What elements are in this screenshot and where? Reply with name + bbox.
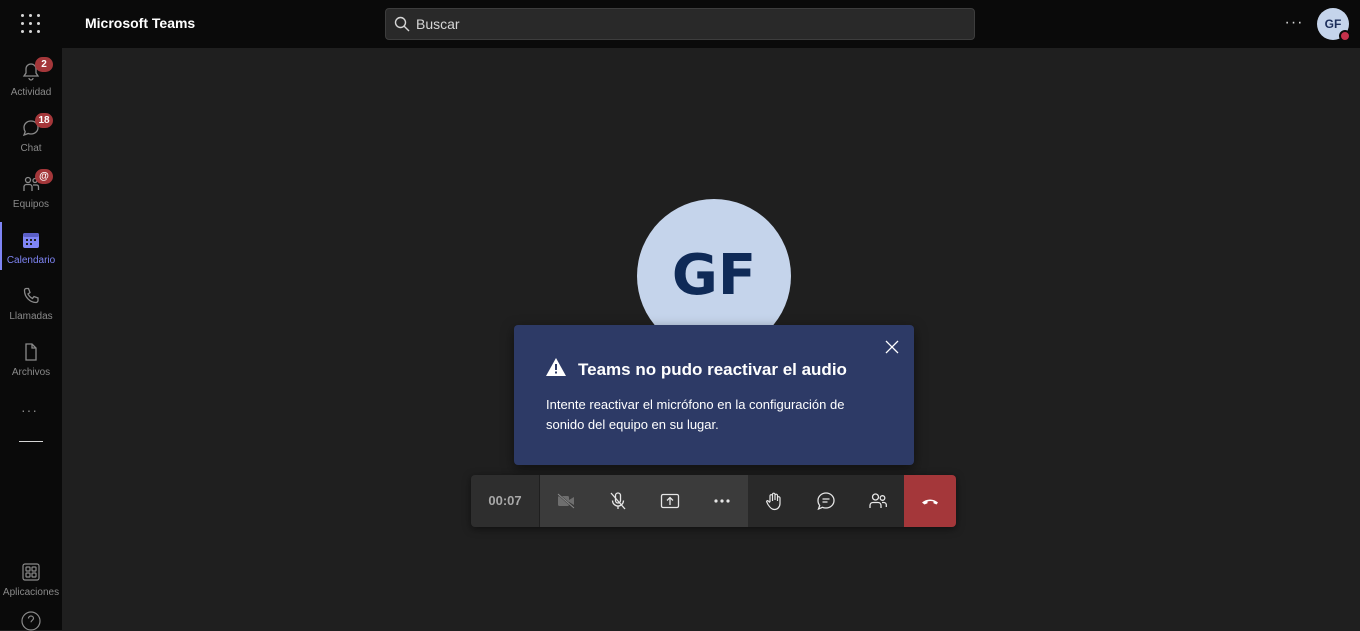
notification-body: Intente reactivar el micrófono en la con…	[546, 397, 845, 432]
call-controls: 00:07	[471, 475, 956, 527]
apps-icon	[22, 563, 40, 581]
more-icon	[714, 499, 730, 503]
rail-item-label: Aplicaciones	[2, 587, 60, 598]
more-actions-button[interactable]	[696, 475, 748, 527]
app-title: Microsoft Teams	[85, 15, 196, 31]
hang-up-icon	[922, 499, 938, 505]
teams-badge: @	[35, 169, 53, 184]
rail-item-chat[interactable]: 18 Chat	[0, 110, 62, 166]
user-avatar-initials: GF	[1324, 17, 1342, 31]
rail-item-label: Calendario	[6, 255, 56, 266]
top-bar: Microsoft Teams ··· GF	[0, 0, 1360, 48]
rail-item-calendario[interactable]: Calendario	[0, 222, 62, 278]
rail-item-actividad[interactable]: 2 Actividad	[0, 54, 62, 110]
camera-toggle-button[interactable]	[540, 475, 592, 527]
share-screen-icon	[660, 493, 680, 509]
warning-icon	[546, 358, 566, 376]
rail-item-label: Equipos	[12, 199, 50, 210]
rail-item-aplicaciones[interactable]: Aplicaciones	[0, 554, 62, 610]
calendar-icon	[23, 233, 39, 248]
help-icon[interactable]	[21, 611, 41, 631]
participants-button[interactable]	[852, 475, 904, 527]
rail-item-label: Actividad	[10, 87, 52, 98]
hang-up-button[interactable]	[904, 475, 956, 527]
chat-bubble-icon	[817, 492, 835, 511]
notification-title: Teams no pudo reactivar el audio	[578, 360, 847, 379]
phone-icon	[23, 287, 39, 304]
rail-more-apps-icon[interactable]: ···	[21, 402, 38, 418]
rail-item-label: Llamadas	[9, 311, 53, 322]
rail-item-label: Archivos	[11, 367, 51, 378]
search-box[interactable]	[385, 8, 975, 40]
activity-badge: 2	[35, 57, 53, 72]
close-icon[interactable]	[884, 339, 900, 355]
file-icon	[25, 343, 37, 361]
rail-item-llamadas[interactable]: Llamadas	[0, 278, 62, 334]
presence-busy-icon	[1339, 30, 1351, 42]
search-icon	[394, 16, 410, 32]
more-options-icon[interactable]: ···	[1284, 14, 1304, 34]
search-input[interactable]	[416, 9, 956, 39]
rail-divider	[19, 441, 43, 442]
camera-off-icon	[557, 493, 575, 509]
app-launcher-icon[interactable]	[20, 13, 42, 35]
chat-badge: 18	[35, 113, 53, 128]
app-rail: 2 Actividad 18 Chat @ Equipos Calendario	[0, 48, 62, 631]
share-screen-button[interactable]	[644, 475, 696, 527]
raise-hand-icon	[766, 492, 781, 511]
rail-item-equipos[interactable]: @ Equipos	[0, 166, 62, 222]
call-timer: 00:07	[471, 475, 540, 527]
chat-button[interactable]	[800, 475, 852, 527]
rail-item-archivos[interactable]: Archivos	[0, 334, 62, 390]
mic-off-icon	[610, 492, 626, 510]
mic-toggle-button[interactable]	[592, 475, 644, 527]
rail-item-label: Chat	[20, 143, 42, 154]
raise-hand-button[interactable]	[748, 475, 800, 527]
user-avatar[interactable]: GF	[1317, 8, 1351, 42]
participants-icon	[869, 493, 887, 508]
unmute-error-notification: Teams no pudo reactivar el audio Intente…	[514, 325, 914, 465]
